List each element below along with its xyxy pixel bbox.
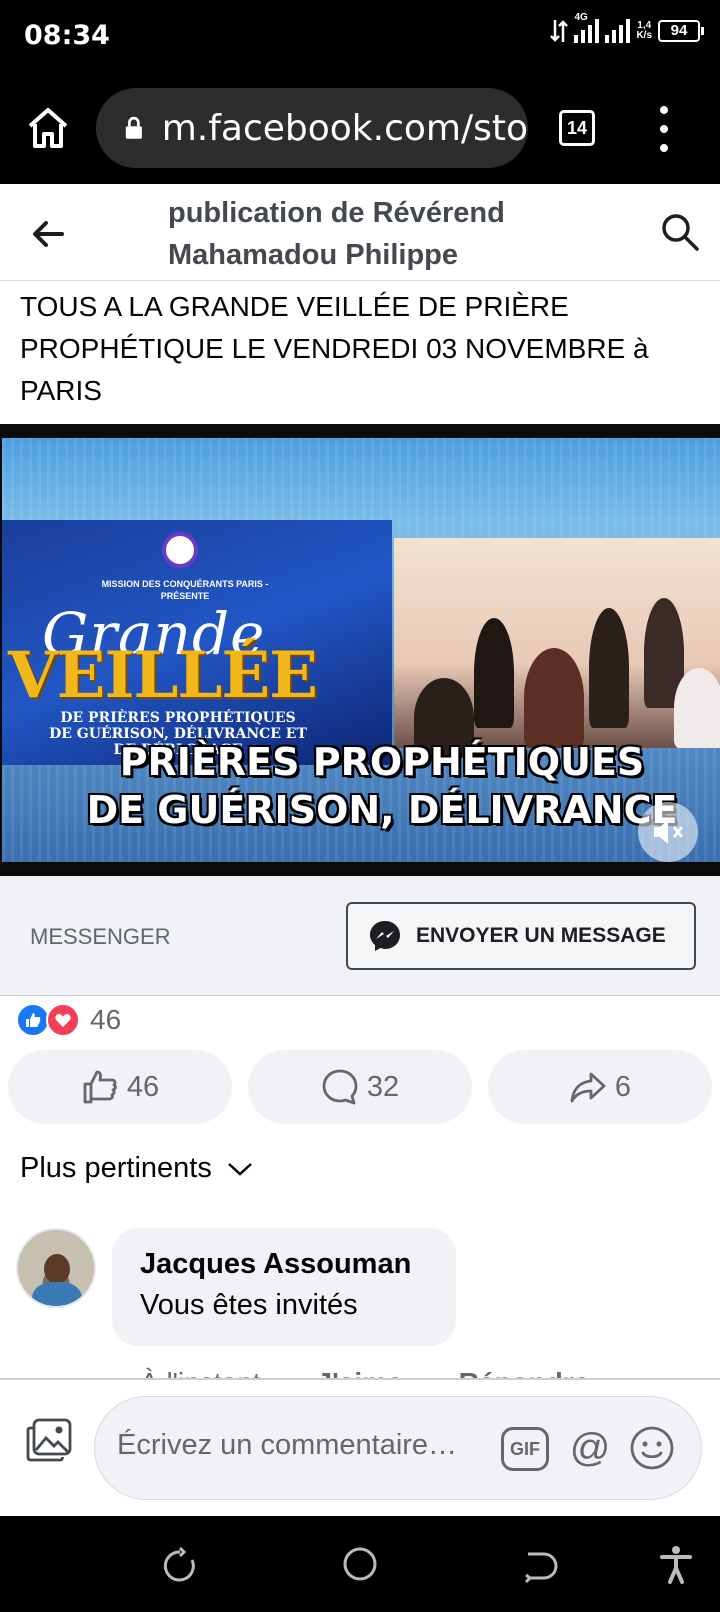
- back-arrow-icon[interactable]: [28, 214, 68, 254]
- battery-level: 94: [658, 20, 704, 42]
- send-message-button[interactable]: ENVOYER UN MESSAGE: [346, 902, 696, 970]
- recent-apps-icon[interactable]: [160, 1546, 200, 1586]
- like-button[interactable]: 46: [8, 1050, 232, 1124]
- status-time: 08:34: [24, 20, 110, 51]
- comment-bubble: Jacques Assouman Vous êtes invités: [112, 1228, 456, 1346]
- comment-time: À l'instant: [140, 1360, 261, 1378]
- signal-strength-2-icon: [605, 19, 631, 43]
- mention-button[interactable]: @: [565, 1423, 615, 1473]
- love-icon: [46, 1003, 80, 1037]
- tabs-icon[interactable]: 14: [559, 110, 595, 146]
- messenger-icon: [370, 921, 400, 951]
- share-button[interactable]: 6: [488, 1050, 712, 1124]
- avatar[interactable]: [16, 1228, 96, 1308]
- emoji-icon[interactable]: [629, 1425, 675, 1471]
- comment-like-link[interactable]: J'aime: [317, 1360, 403, 1378]
- url-text: m.facebook.com/sto: [161, 107, 528, 149]
- banner-line-2: DE GUÉRISON, DÉLIVRANCE: [86, 788, 678, 832]
- post-text: TOUS A LA GRANDE VEILLÉE DE PRIÈRE PROPH…: [20, 291, 649, 406]
- worship-scene: [394, 538, 720, 758]
- system-nav-bar: [0, 1516, 720, 1612]
- comment-input[interactable]: Écrivez un commentaire… GIF @: [94, 1396, 702, 1500]
- gif-button[interactable]: GIF: [501, 1427, 549, 1471]
- like-count: 46: [126, 1070, 160, 1103]
- lock-icon: [125, 116, 142, 139]
- messenger-label: MESSENGER: [30, 924, 171, 949]
- comment-composer: Écrivez un commentaire… GIF @: [0, 1378, 720, 1516]
- send-message-label: ENVOYER UN MESSAGE: [416, 924, 666, 947]
- speed-unit: K/s: [636, 30, 652, 41]
- address-bar[interactable]: m.facebook.com/sto: [96, 88, 528, 168]
- comment-sort-dropdown[interactable]: Plus pertinents: [20, 1152, 254, 1185]
- comment-icon: [322, 1069, 358, 1105]
- data-transfer-icon: [550, 20, 569, 42]
- mute-icon[interactable]: [638, 802, 698, 862]
- page-title: publication de Révérend Mahamadou Philip…: [168, 197, 505, 271]
- status-indicators: 4G 1,4 K/s 94: [550, 13, 704, 44]
- comment-button[interactable]: 32: [248, 1050, 472, 1124]
- poster-mission: MISSION DES CONQUÉRANTS PARIS - PRÉSENTE: [101, 579, 269, 601]
- search-icon[interactable]: [660, 212, 700, 252]
- share-icon: [570, 1072, 606, 1103]
- more-icon[interactable]: [654, 106, 674, 152]
- post-video[interactable]: MISSION DES CONQUÉRANTS PARIS - PRÉSENTE…: [0, 424, 720, 876]
- comment-text: Vous êtes invités: [140, 1289, 358, 1321]
- comment-count: 32: [366, 1070, 400, 1103]
- messenger-bar: MESSENGER ENVOYER UN MESSAGE: [0, 876, 720, 996]
- home-icon[interactable]: [24, 104, 72, 152]
- comment-placeholder: Écrivez un commentaire…: [117, 1429, 458, 1461]
- video-banner: PRIÈRES PROPHÉTIQUES DE GUÉRISON, DÉLIVR…: [62, 738, 702, 834]
- network-speed: 1,4 K/s: [636, 21, 652, 41]
- like-reaction-icon: [16, 1003, 50, 1037]
- network-type: 4G: [574, 12, 588, 23]
- browser-toolbar: m.facebook.com/sto 14: [0, 74, 720, 184]
- reaction-count: 46: [90, 1004, 122, 1035]
- comment-author[interactable]: Jacques Assouman: [140, 1244, 428, 1284]
- video-frame: MISSION DES CONQUÉRANTS PARIS - PRÉSENTE…: [2, 438, 720, 862]
- event-poster: MISSION DES CONQUÉRANTS PARIS - PRÉSENTE…: [2, 520, 392, 765]
- sort-label: Plus pertinents: [20, 1152, 212, 1184]
- reaction-summary[interactable]: 46: [16, 1002, 121, 1038]
- nav-home-icon[interactable]: [340, 1544, 380, 1584]
- mission-logo: [162, 532, 198, 568]
- accessibility-icon[interactable]: [656, 1544, 696, 1584]
- poster-veillee: VEILLÉE: [8, 638, 318, 713]
- comment-reply-link[interactable]: Répondre: [459, 1360, 590, 1378]
- banner-line-1: PRIÈRES PROPHÉTIQUES: [119, 740, 645, 784]
- chevron-down-icon: [227, 1162, 252, 1176]
- like-icon: [83, 1070, 117, 1104]
- page-header: publication de Révérend Mahamadou Philip…: [0, 184, 720, 281]
- nav-back-icon[interactable]: [520, 1546, 560, 1586]
- post-actions: 46 32 6: [8, 1050, 712, 1124]
- comment-meta: À l'instant J'aime Répondre: [140, 1360, 700, 1378]
- photo-icon[interactable]: [24, 1416, 74, 1464]
- share-count: 6: [614, 1070, 632, 1103]
- status-bar: 08:34 4G 1,4 K/s 94: [0, 0, 720, 74]
